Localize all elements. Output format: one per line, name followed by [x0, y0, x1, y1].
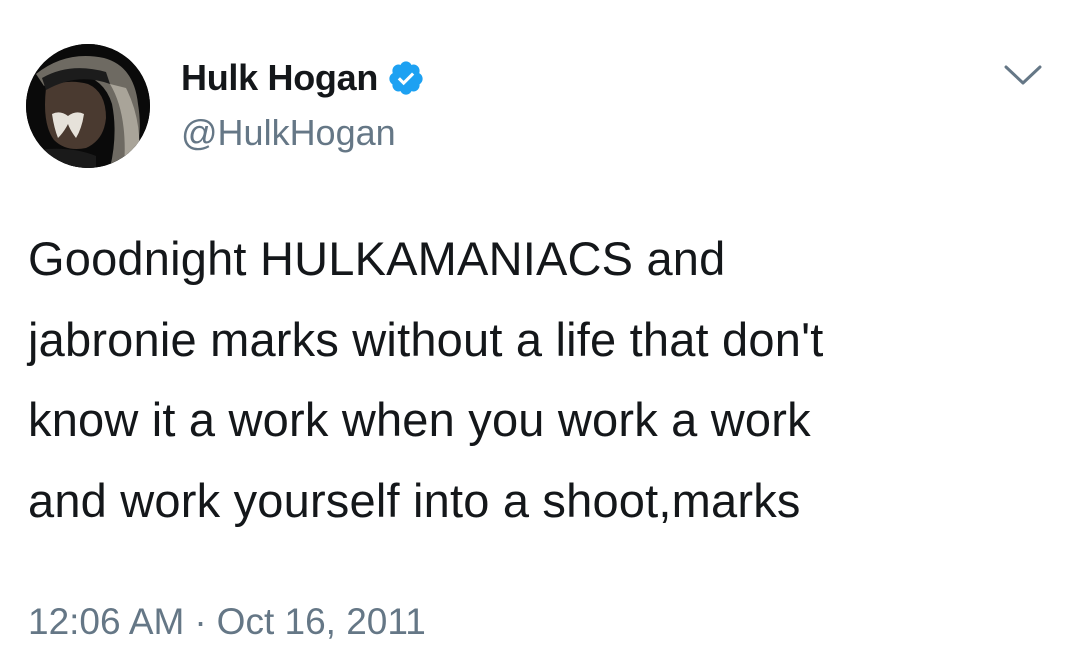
tweet-text-line: Goodnight HULKAMANIACS and — [28, 232, 726, 285]
tweet-date[interactable]: Oct 16, 2011 — [217, 601, 426, 642]
author-display-name[interactable]: Hulk Hogan — [181, 56, 378, 100]
tweet-text-line: jabronie marks without a life that don't — [28, 312, 824, 366]
tweet-text-line: and work yourself into a shoot,marks — [28, 473, 801, 527]
tweet-timestamp[interactable]: 12:06 AM · Oct 16, 2011 — [28, 598, 426, 646]
tweet-card: Hulk Hogan @HulkHogan Goodnight HULKAMAN… — [0, 0, 1078, 666]
author-name-row[interactable]: Hulk Hogan — [181, 56, 425, 100]
tweet-time[interactable]: 12:06 AM — [28, 601, 184, 642]
author-handle[interactable]: @HulkHogan — [181, 111, 396, 155]
timestamp-separator: · — [194, 601, 207, 642]
verified-badge-icon — [387, 59, 425, 97]
avatar[interactable] — [26, 44, 150, 168]
chevron-down-icon[interactable] — [1002, 62, 1044, 88]
tweet-text: Goodnight HULKAMANIACS and jabronie mark… — [28, 219, 1048, 541]
tweet-text-line: know it a work when you work a work — [28, 393, 811, 446]
